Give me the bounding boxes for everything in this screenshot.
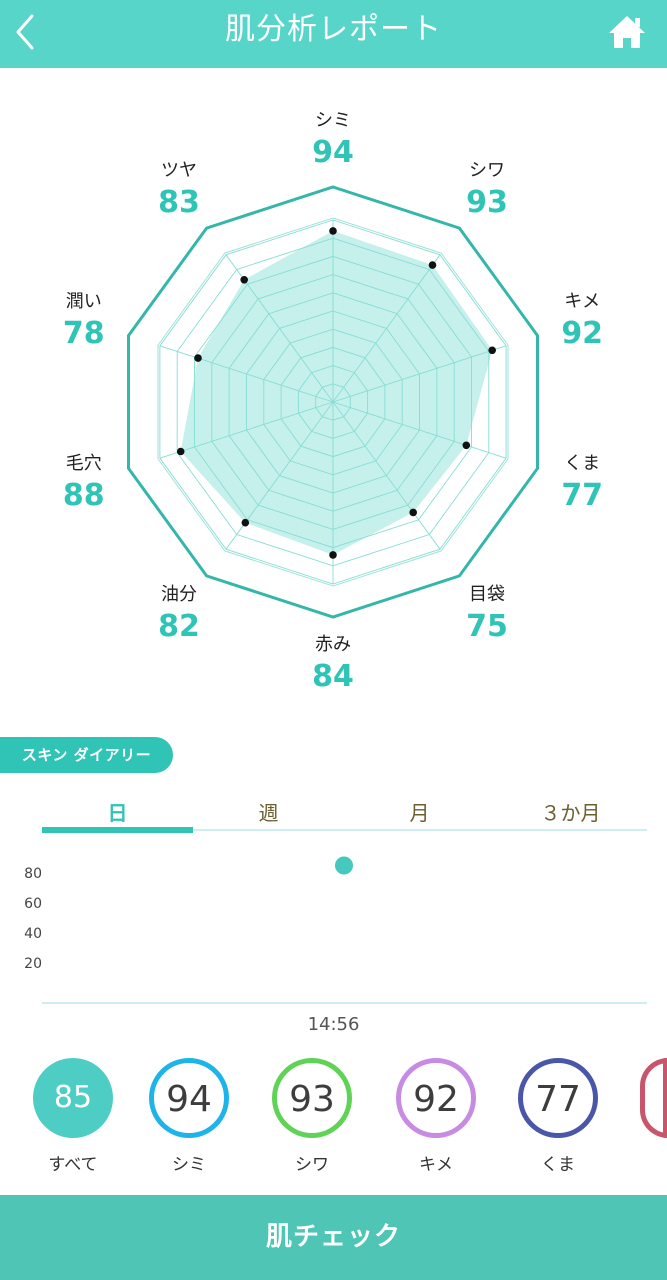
score-value: 93 (289, 1079, 335, 1120)
chart-point-0 (335, 856, 353, 875)
score-circle-shimi[interactable]: 94 (149, 1058, 229, 1138)
skin-diary-label: スキン ダイアリー (0, 737, 173, 773)
radar-label-8: 潤い (66, 291, 102, 312)
home-icon (609, 16, 645, 48)
radar-label-3: くま (564, 453, 600, 474)
score-label-shimi: シミ (172, 1155, 206, 1175)
skin-check-button[interactable]: 肌チェック (0, 1195, 667, 1280)
radar-value-8: 78 (63, 316, 105, 351)
radar-point-5 (329, 551, 337, 559)
score-label-shiwa: シワ (295, 1155, 329, 1175)
tab-week[interactable]: 週 (193, 795, 344, 831)
radar-point-0 (329, 227, 337, 235)
radar-label-2: キメ (564, 291, 600, 312)
score-value: 7 (663, 1079, 667, 1120)
radar-point-8 (194, 354, 202, 362)
radar-value-0: 94 (312, 135, 354, 170)
y-tick-20: 20 (24, 956, 42, 972)
radar-label-1: シワ (469, 160, 505, 181)
chart-time-label: 14:56 (307, 1014, 360, 1035)
diary-period-tabs: 日 週 月 ３か月 (42, 795, 647, 835)
y-tick-40: 40 (24, 926, 42, 942)
radar-label-7: 毛穴 (66, 453, 102, 474)
home-button[interactable] (606, 12, 648, 52)
y-tick-60: 60 (24, 896, 42, 912)
page-title: 肌分析レポート (225, 12, 442, 47)
radar-label-9: ツヤ (161, 160, 197, 181)
radar-label-0: シミ (315, 110, 351, 131)
radar-point-3 (462, 441, 471, 450)
radar-value-9: 83 (158, 185, 200, 220)
radar-value-7: 88 (63, 478, 105, 513)
score-value: 94 (166, 1079, 212, 1120)
radar-value-area (180, 230, 493, 555)
radar-value-3: 77 (561, 478, 603, 513)
score-circle-kuma[interactable]: 77 (518, 1058, 598, 1138)
radar-point-6 (241, 518, 250, 527)
radar-value-2: 92 (561, 316, 603, 351)
y-tick-80: 80 (24, 866, 42, 882)
radar-label-4: 目袋 (469, 584, 505, 605)
radar-value-6: 82 (158, 609, 200, 644)
tab-month[interactable]: 月 (344, 795, 495, 831)
score-label-kuma: くま (541, 1155, 575, 1175)
tab-day[interactable]: 日 (42, 795, 193, 831)
score-circle-all[interactable]: 85 (33, 1058, 113, 1138)
radar-point-4 (409, 508, 418, 517)
score-value: 85 (53, 1080, 93, 1115)
skin-radar-chart: シミ 94 シワ 93 キメ 92 くま 77 目袋 75 赤み 84 油分 82 毛穴 88 潤い 78 ツヤ 83 (63, 110, 603, 694)
radar-value-5: 84 (312, 659, 354, 694)
radar-value-1: 93 (466, 185, 508, 220)
radar-point-9 (240, 276, 248, 284)
radar-label-5: 赤み (315, 634, 351, 655)
score-circle-kime[interactable]: 92 (396, 1058, 476, 1138)
radar-value-4: 75 (466, 609, 508, 644)
radar-point-1 (428, 261, 437, 269)
score-label-kime: キメ (419, 1155, 453, 1175)
score-value: 77 (535, 1079, 581, 1120)
diary-chart: 80 60 40 20 (24, 856, 647, 1004)
radar-point-2 (488, 346, 497, 355)
radar-point-7 (176, 447, 185, 456)
score-label-all: すべて (48, 1155, 98, 1175)
score-value: 92 (413, 1079, 459, 1120)
score-circle-partial[interactable]: 7 (640, 1058, 667, 1138)
radar-label-6: 油分 (161, 584, 197, 605)
app-header: 肌分析レポート (0, 0, 667, 68)
score-circle-shiwa[interactable]: 93 (272, 1058, 352, 1138)
tab-3months[interactable]: ３か月 (495, 795, 646, 831)
